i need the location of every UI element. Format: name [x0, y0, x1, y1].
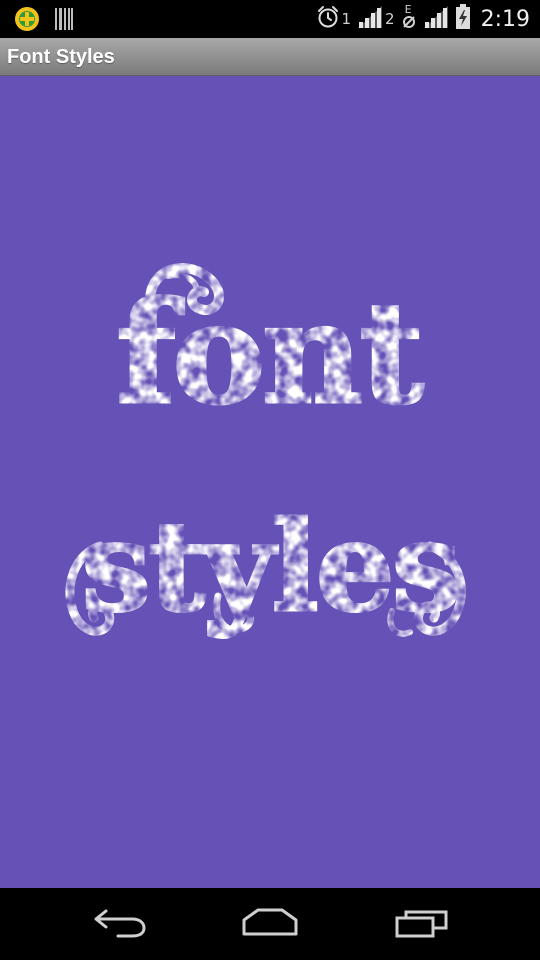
main-content: font styles [0, 76, 540, 888]
data-connection-icon: E [401, 3, 417, 31]
signal-sim2-icon [423, 5, 449, 33]
logo-line-styles: styles [82, 495, 459, 640]
app-title: Font Styles [7, 46, 115, 68]
status-bar: 1 2 E 2:19 [0, 0, 540, 38]
recent-apps-icon [394, 906, 450, 942]
back-icon [92, 906, 148, 942]
sim2-label: 2 [385, 10, 395, 28]
home-icon [241, 906, 299, 942]
navigation-bar [0, 888, 540, 960]
home-button[interactable] [230, 902, 310, 946]
status-left-notifications [14, 6, 74, 36]
logo-line-font: font [116, 272, 423, 436]
recent-apps-button[interactable] [382, 902, 462, 946]
battery-charging-icon [455, 4, 471, 34]
back-button[interactable] [80, 902, 160, 946]
sim1-label: 1 [341, 10, 352, 28]
signal-sim1-icon [357, 5, 383, 33]
barcode-notification-icon [54, 7, 74, 35]
alarm-clock-icon [316, 5, 340, 33]
screen: 1 2 E 2:19 Font Styles font styles [0, 0, 540, 960]
app-notification-icon [14, 6, 40, 36]
action-bar: Font Styles [0, 38, 540, 76]
status-right-indicators: 1 2 E 2:19 [316, 3, 530, 34]
status-clock: 2:19 [480, 6, 530, 32]
font-styles-logo: font styles [65, 263, 466, 642]
